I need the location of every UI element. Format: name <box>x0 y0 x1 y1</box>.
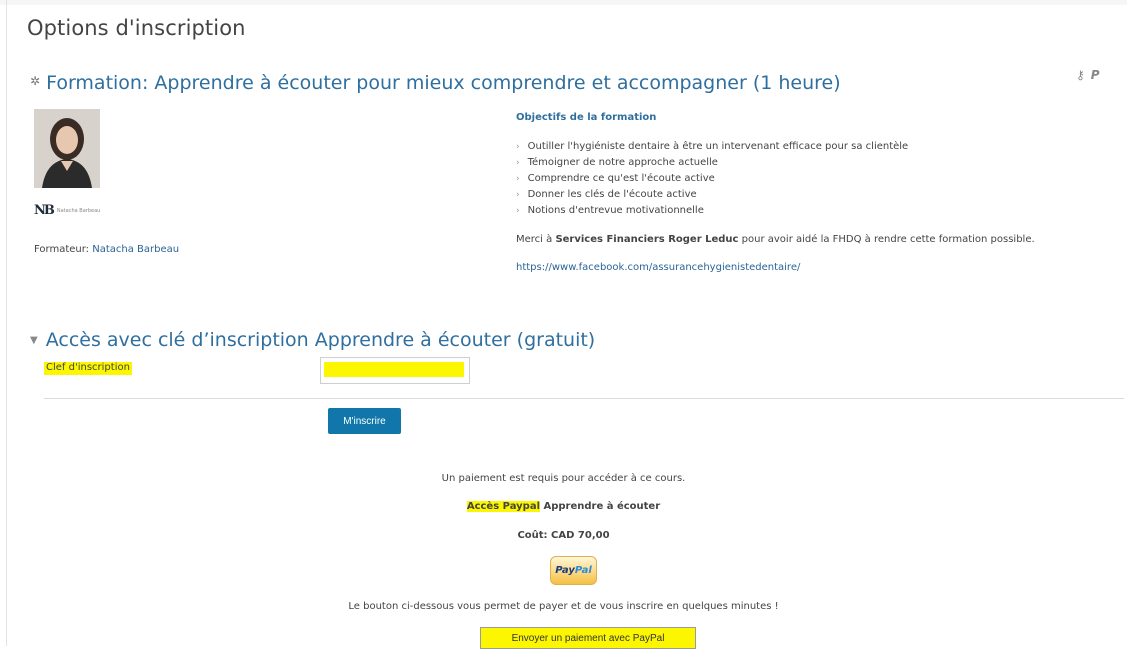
objective-item: Outiller l'hygiéniste dentaire à être un… <box>516 139 909 155</box>
course-title[interactable]: ✲ Formation: Apprendre à écouter pour mi… <box>30 72 841 94</box>
paypal-access-highlight: Accès Paypal <box>466 501 540 512</box>
logo-initials: NB <box>34 203 55 218</box>
caret-down-icon[interactable]: ▼ <box>30 335 38 346</box>
paypal-access-rest: Apprendre à écouter <box>540 501 661 512</box>
objective-item: Notions d'entrevue motivationnelle <box>516 203 908 219</box>
cost-text: Coût: CAD 70,00 <box>517 530 610 541</box>
top-border <box>0 0 1127 5</box>
paypal-logo: Pay Pal <box>550 556 597 585</box>
left-border <box>6 0 7 646</box>
thanks-suffix: pour avoir aidé la FHDQ à rendre cette f… <box>738 234 1035 245</box>
divider <box>44 398 1124 399</box>
teacher-photo <box>34 109 100 188</box>
paypal-logo-part2: Pal <box>574 565 592 576</box>
page-title: Options d'inscription <box>27 16 246 40</box>
teacher-prefix: Formateur: <box>34 244 93 255</box>
paypal-access-title: Accès Paypal Apprendre à écouter <box>0 501 1127 512</box>
payment-required-text: Un paiement est requis pour accéder à ce… <box>441 473 686 484</box>
teacher-logo: NB Natacha Barbeau <box>34 203 100 218</box>
key-icon[interactable]: ⚷ <box>1076 68 1085 82</box>
enrolment-key-label: Clef d'inscription <box>44 362 132 375</box>
objectives-list: Outiller l'hygiéniste dentaire à être un… <box>516 139 909 219</box>
objective-item: Comprendre ce qu'est l'écoute active <box>516 171 908 187</box>
enrolment-key-field[interactable] <box>320 357 473 385</box>
paypal-logo-part1: Pay <box>555 565 575 576</box>
enrol-button[interactable]: M'inscrire <box>328 408 401 434</box>
thanks-text: Merci à Services Financiers Roger Leduc … <box>516 234 1035 245</box>
enrolment-key-input[interactable] <box>321 358 473 385</box>
teacher-line: Formateur: Natacha Barbeau <box>34 244 179 255</box>
payment-note: Le bouton ci-dessous vous permet de paye… <box>348 601 779 612</box>
gear-icon: ✲ <box>30 74 41 88</box>
objectives-title: Objectifs de la formation <box>516 112 657 123</box>
objective-item: Témoigner de notre approche actuelle <box>516 155 908 171</box>
key-section-title[interactable]: ▼ Accès avec clé d’inscription Apprendre… <box>30 329 595 351</box>
course-title-text[interactable]: Formation: Apprendre à écouter pour mieu… <box>46 72 841 94</box>
logo-name: Natacha Barbeau <box>56 207 101 214</box>
objective-item: Donner les clés de l'écoute active <box>516 187 908 203</box>
sponsor-name: Services Financiers Roger Leduc <box>555 234 739 245</box>
paypal-icon[interactable]: P <box>1091 68 1100 82</box>
thanks-prefix: Merci à <box>516 234 556 245</box>
key-section-title-text: Accès avec clé d’inscription Apprendre à… <box>45 329 596 351</box>
teacher-link[interactable]: Natacha Barbeau <box>92 244 179 255</box>
admin-icons: ⚷ P <box>1076 68 1100 82</box>
facebook-link[interactable]: https://www.facebook.com/assurancehygien… <box>516 262 800 273</box>
